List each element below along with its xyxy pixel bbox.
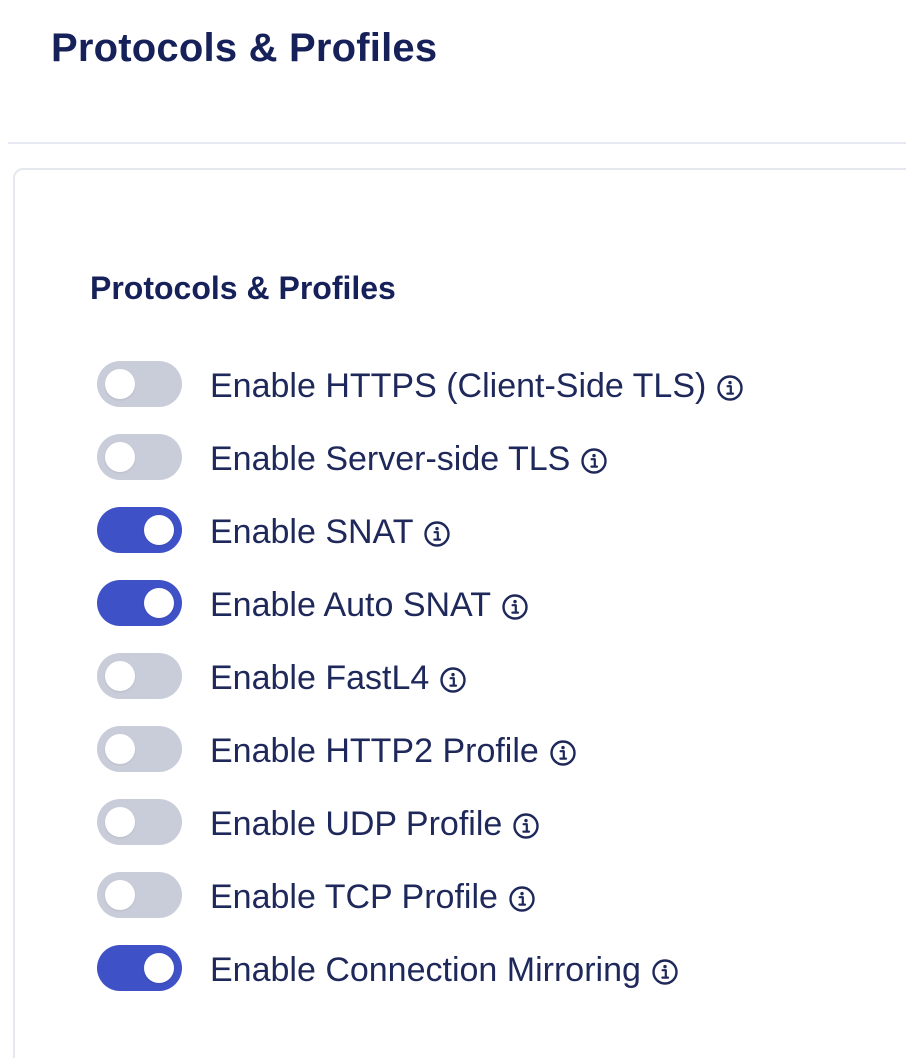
info-icon[interactable] — [439, 666, 467, 694]
info-icon[interactable] — [501, 593, 529, 621]
udp-profile-label: Enable UDP Profile — [210, 805, 503, 843]
tcp-profile-label: Enable TCP Profile — [210, 878, 498, 916]
page-title: Protocols & Profiles — [51, 26, 438, 70]
toggle-knob — [105, 807, 135, 837]
tcp-profile-toggle[interactable] — [97, 872, 182, 918]
https-client-tls-label: Enable HTTPS (Client-Side TLS) — [210, 367, 707, 405]
snat-label: Enable SNAT — [210, 513, 414, 551]
info-icon[interactable] — [580, 447, 608, 475]
toggle-row-connection-mirroring: Enable Connection Mirroring — [97, 943, 887, 1016]
auto-snat-toggle[interactable] — [97, 580, 182, 626]
toggle-knob — [105, 880, 135, 910]
http2-profile-label: Enable HTTP2 Profile — [210, 732, 539, 770]
section-title: Protocols & Profiles — [90, 270, 396, 306]
fastl4-label: Enable FastL4 — [210, 659, 430, 697]
toggle-row-server-side-tls: Enable Server-side TLS — [97, 432, 887, 505]
connection-mirroring-label: Enable Connection Mirroring — [210, 951, 641, 989]
toggle-list: Enable HTTPS (Client-Side TLS) Enable Se… — [97, 359, 887, 1016]
http2-profile-toggle[interactable] — [97, 726, 182, 772]
info-icon[interactable] — [651, 958, 679, 986]
toggle-row-http2-profile: Enable HTTP2 Profile — [97, 724, 887, 797]
info-icon[interactable] — [716, 374, 744, 402]
toggle-row-fastl4: Enable FastL4 — [97, 651, 887, 724]
toggle-row-https-client-tls: Enable HTTPS (Client-Side TLS) — [97, 359, 887, 432]
toggle-knob — [105, 442, 135, 472]
udp-profile-toggle[interactable] — [97, 799, 182, 845]
info-icon[interactable] — [549, 739, 577, 767]
info-icon[interactable] — [423, 520, 451, 548]
toggle-row-snat: Enable SNAT — [97, 505, 887, 578]
toggle-knob — [144, 515, 174, 545]
connection-mirroring-toggle[interactable] — [97, 945, 182, 991]
toggle-knob — [144, 588, 174, 618]
auto-snat-label: Enable Auto SNAT — [210, 586, 491, 624]
toggle-knob — [105, 369, 135, 399]
info-icon[interactable] — [512, 812, 540, 840]
toggle-knob — [105, 734, 135, 764]
fastl4-toggle[interactable] — [97, 653, 182, 699]
page: Protocols & Profiles Protocols & Profile… — [0, 0, 906, 1058]
header-divider — [8, 142, 906, 144]
toggle-row-auto-snat: Enable Auto SNAT — [97, 578, 887, 651]
https-client-tls-toggle[interactable] — [97, 361, 182, 407]
toggle-knob — [105, 661, 135, 691]
server-side-tls-label: Enable Server-side TLS — [210, 440, 571, 478]
toggle-row-tcp-profile: Enable TCP Profile — [97, 870, 887, 943]
snat-toggle[interactable] — [97, 507, 182, 553]
toggle-knob — [144, 953, 174, 983]
server-side-tls-toggle[interactable] — [97, 434, 182, 480]
info-icon[interactable] — [508, 885, 536, 913]
toggle-row-udp-profile: Enable UDP Profile — [97, 797, 887, 870]
